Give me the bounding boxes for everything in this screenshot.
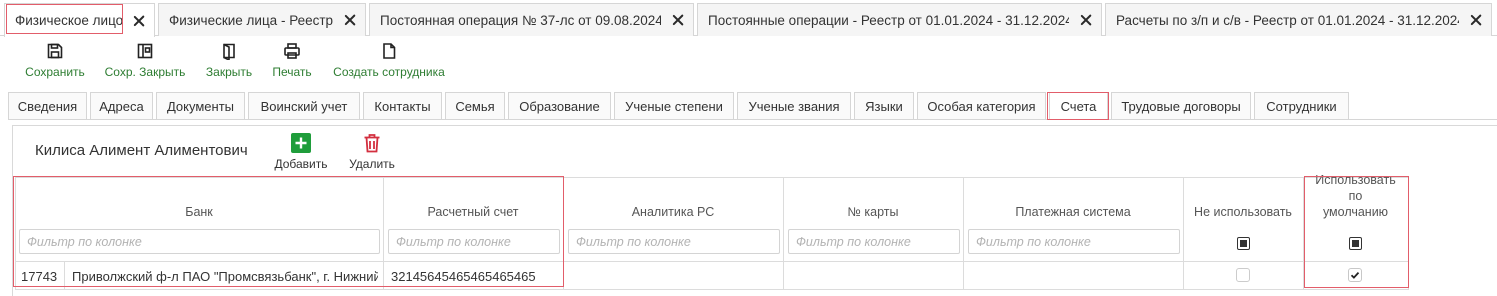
close-icon[interactable] — [343, 13, 357, 27]
tab-label: Семья — [455, 98, 495, 114]
close-icon[interactable] — [132, 14, 146, 28]
person-name: Килиса Алимент Алиментович — [35, 142, 248, 159]
tab-label: Трудовые договоры — [1121, 98, 1241, 114]
tab-info[interactable]: Сведения — [8, 92, 87, 119]
tab-label: Документы — [166, 98, 234, 114]
doc-tab-permanent-operation[interactable]: Постоянная операция № 37-лс от 09.08.202… — [369, 3, 694, 36]
doc-tab-individual[interactable]: Физическое лицо — [4, 3, 155, 37]
tab-label: Особая категория — [927, 98, 1036, 114]
cell-payment-system — [971, 264, 1181, 289]
tab-label: Образование — [519, 98, 600, 114]
doc-tab-label: Постоянная операция № 37-лс от 09.08.202… — [380, 12, 661, 28]
tab-addresses[interactable]: Адреса — [90, 92, 153, 119]
section-tabs-divider — [8, 119, 1497, 120]
printer-icon — [284, 43, 300, 59]
cell-bank-code: 17743 — [21, 269, 58, 284]
door-icon — [223, 43, 235, 60]
tab-documents[interactable]: Документы — [156, 92, 245, 119]
tab-label: Ученые звания — [748, 98, 840, 114]
filter-analytics[interactable] — [568, 229, 780, 254]
document-tabs-bar: Физическое лицо Физические лица - Реестр… — [0, 0, 1497, 37]
filter-card[interactable] — [788, 229, 960, 254]
use-default-checkbox[interactable] — [1348, 268, 1362, 282]
tab-label: Сотрудники — [1266, 98, 1337, 114]
col-header-label: Расчетный счет — [427, 205, 519, 219]
add-label: Добавить — [274, 157, 328, 171]
add-button[interactable]: Добавить — [272, 133, 330, 171]
print-label: Печать — [272, 65, 312, 79]
filter-bank[interactable] — [19, 229, 380, 254]
save-button[interactable]: Сохранить — [25, 42, 85, 79]
doc-tab-payroll-registry[interactable]: Расчеты по з/п и с/в - Реестр от 01.01.2… — [1105, 3, 1492, 36]
tab-label: Ученые степени — [625, 98, 723, 114]
grid-header-line — [15, 261, 1409, 262]
doc-tab-label: Расчеты по з/п и с/в - Реестр от 01.01.2… — [1116, 12, 1459, 28]
doc-tab-label: Физические лица - Реестр — [169, 12, 333, 28]
tab-titles[interactable]: Ученые звания — [737, 92, 851, 119]
save-label: Сохранить — [25, 65, 85, 79]
tab-accounts[interactable]: Счета — [1049, 92, 1108, 119]
tab-languages[interactable]: Языки — [854, 92, 914, 119]
tab-label: Адреса — [99, 98, 144, 114]
col-header-label: Аналитика РС — [631, 205, 715, 219]
tab-label: Воинский учет — [260, 98, 348, 114]
not-use-checkbox[interactable] — [1236, 268, 1250, 282]
col-header-label: Банк — [185, 205, 213, 219]
doc-tab-label: Физическое лицо — [15, 13, 122, 28]
cell-account: 32145645465465465465 — [391, 269, 536, 284]
tab-label: Языки — [865, 98, 903, 114]
tab-label: Сведения — [17, 98, 78, 114]
tab-military[interactable]: Воинский учет — [248, 92, 360, 119]
filter-account[interactable] — [388, 229, 560, 254]
print-button[interactable]: Печать — [270, 42, 314, 79]
tab-contacts[interactable]: Контакты — [363, 92, 442, 119]
grid-col-line — [1408, 177, 1409, 289]
close-icon[interactable] — [1469, 13, 1483, 27]
floppy-disk-icon — [47, 43, 63, 59]
cell-bank-name: Приволжский ф-л ПАО "Промсвязьбанк", г. … — [72, 269, 378, 284]
col-header-label: Использовать по умолчанию — [1315, 173, 1396, 219]
filter-not-use-checkbox[interactable] — [1237, 237, 1250, 250]
col-header-label: № карты — [847, 205, 899, 219]
close-icon[interactable] — [671, 13, 685, 27]
tab-labor-contracts[interactable]: Трудовые договоры — [1111, 92, 1251, 119]
tab-family[interactable]: Семья — [445, 92, 505, 119]
filter-payment-system[interactable] — [968, 229, 1180, 254]
tab-label: Контакты — [374, 98, 431, 114]
save-close-icon — [137, 43, 153, 59]
document-icon — [383, 43, 396, 59]
tab-special-category[interactable]: Особая категория — [917, 92, 1046, 119]
checkmark-icon — [1350, 271, 1360, 279]
doc-tab-permanent-operations-registry[interactable]: Постоянные операции - Реестр от 01.01.20… — [697, 3, 1102, 36]
create-employee-button[interactable]: Создать сотрудника — [332, 42, 446, 79]
close-button[interactable]: Закрыть — [204, 42, 254, 79]
doc-tab-label: Постоянные операции - Реестр от 01.01.20… — [708, 12, 1069, 28]
filter-use-default-checkbox[interactable] — [1349, 237, 1362, 250]
col-header-label: Не использовать — [1194, 205, 1292, 219]
doc-tab-individuals-registry[interactable]: Физические лица - Реестр — [158, 3, 366, 36]
cell-analytics — [571, 264, 781, 289]
section-tabs: Сведения Адреса Документы Воинский учет … — [0, 92, 1497, 119]
delete-button[interactable]: Удалить — [346, 133, 398, 171]
grid-col-line — [64, 261, 65, 289]
tab-education[interactable]: Образование — [508, 92, 611, 119]
save-close-button[interactable]: Сохр. Закрыть — [104, 42, 186, 79]
trash-icon — [364, 134, 380, 153]
close-icon[interactable] — [1079, 13, 1093, 27]
col-header-label: Платежная система — [1015, 205, 1131, 219]
tab-degrees[interactable]: Ученые степени — [614, 92, 734, 119]
create-employee-label: Создать сотрудника — [333, 65, 445, 79]
close-label: Закрыть — [205, 65, 253, 79]
save-close-label: Сохр. Закрыть — [104, 65, 186, 79]
delete-label: Удалить — [349, 157, 395, 171]
tab-employees[interactable]: Сотрудники — [1254, 92, 1349, 119]
tab-label: Счета — [1060, 98, 1097, 114]
grid-bottom-line — [15, 289, 1409, 290]
cell-card — [791, 264, 961, 289]
plus-icon — [291, 133, 311, 153]
